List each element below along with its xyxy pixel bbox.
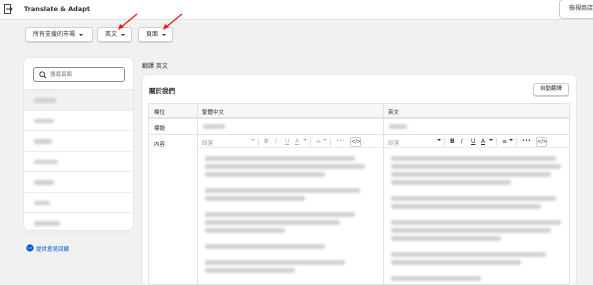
text-color-icon[interactable]: A xyxy=(481,138,485,145)
list-item[interactable] xyxy=(24,213,133,234)
bold-icon[interactable]: B xyxy=(450,138,455,145)
market-dropdown[interactable]: 所有支援的市場 xyxy=(25,27,93,42)
row-label-content: 內容 xyxy=(154,142,166,148)
translation-table: 欄位 繁體中文 英文 標題 內容 段落 B I U A ≡ ••• </> 段落 xyxy=(148,103,570,285)
chevron-down-icon xyxy=(121,33,126,36)
more-icon: ••• xyxy=(336,138,345,144)
code-view-icon[interactable]: </> xyxy=(536,137,547,147)
source-title-value xyxy=(203,124,225,129)
top-bar: Translate & Adapt 檢視商店 xyxy=(0,0,593,20)
language-dropdown-label: 英文 xyxy=(105,31,118,38)
chevron-down-icon[interactable] xyxy=(437,139,441,141)
chevron-down-icon xyxy=(162,33,167,36)
list-item[interactable] xyxy=(24,90,133,111)
row-label-title: 標題 xyxy=(154,126,166,132)
paragraph-format-select: 段落 xyxy=(202,141,214,147)
exit-icon[interactable] xyxy=(4,4,13,14)
search-box[interactable] xyxy=(33,67,125,82)
annotation-arrow xyxy=(118,13,138,30)
chat-icon xyxy=(26,244,34,252)
chevron-down-icon[interactable] xyxy=(489,139,493,141)
translate-heading: 翻譯 英文 xyxy=(142,63,168,70)
app-title: Translate & Adapt xyxy=(24,5,90,13)
source-editor-toolbar: 段落 B I U A ≡ ••• </> xyxy=(198,136,383,148)
chevron-down-icon xyxy=(303,139,307,141)
column-header-target: 英文 xyxy=(388,110,400,116)
list-item[interactable] xyxy=(24,111,133,131)
page-list xyxy=(24,89,133,234)
annotation-arrow xyxy=(163,13,183,30)
target-title-field[interactable] xyxy=(389,124,407,129)
align-icon: ≡ xyxy=(316,138,322,145)
chevron-down-icon xyxy=(251,139,255,141)
list-item[interactable] xyxy=(24,152,133,172)
card-title: 關於我們 xyxy=(149,87,175,95)
page-list-card xyxy=(24,58,133,234)
feedback-link[interactable]: 提供意見回饋 xyxy=(36,245,69,253)
paragraph-format-select[interactable]: 段落 xyxy=(388,139,399,147)
italic-icon[interactable]: I xyxy=(461,138,463,145)
search-icon xyxy=(39,71,47,79)
italic-icon: I xyxy=(275,138,277,145)
list-item[interactable] xyxy=(24,172,133,193)
code-view-icon: </> xyxy=(350,137,362,147)
chevron-down-icon xyxy=(323,139,327,141)
align-icon[interactable]: ≡ xyxy=(502,138,507,145)
more-icon[interactable]: ••• xyxy=(522,138,531,144)
search-input[interactable] xyxy=(50,70,120,80)
target-editor-toolbar: 段落 B I U A ≡ ••• </> xyxy=(384,136,569,148)
bold-icon: B xyxy=(264,138,269,145)
list-item[interactable] xyxy=(24,131,133,152)
underline-icon: U xyxy=(285,138,290,145)
chevron-down-icon xyxy=(79,33,84,36)
column-header-source: 繁體中文 xyxy=(202,110,225,116)
underline-icon[interactable]: U xyxy=(471,138,475,145)
market-dropdown-label: 所有支援的市場 xyxy=(33,31,76,38)
chevron-down-icon[interactable] xyxy=(509,139,513,141)
resource-dropdown-label: 頁面 xyxy=(146,31,159,38)
translation-card: 關於我們 自動翻譯 欄位 繁體中文 英文 標題 內容 段落 B I U A ≡ … xyxy=(142,75,576,285)
column-header-field: 欄位 xyxy=(154,110,166,116)
text-color-icon: A xyxy=(295,138,300,145)
view-store-button[interactable]: 檢視商店 xyxy=(559,0,593,19)
auto-translate-button[interactable]: 自動翻譯 xyxy=(533,83,569,96)
list-item[interactable] xyxy=(24,193,133,213)
